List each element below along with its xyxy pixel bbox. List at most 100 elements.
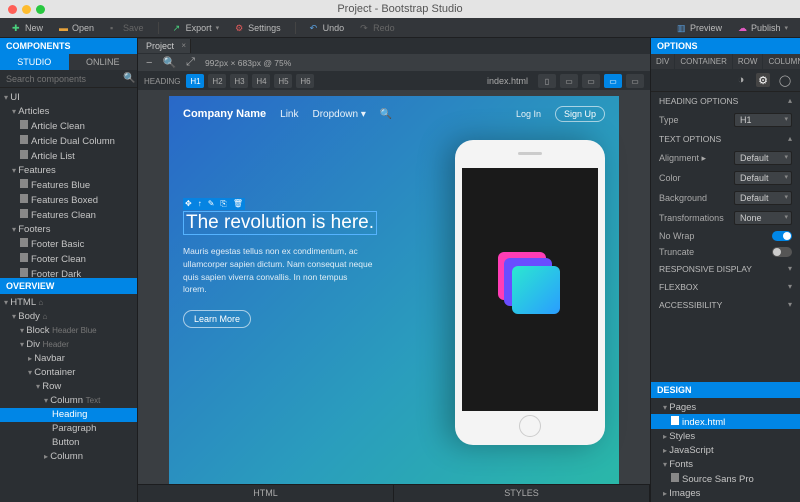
ov-heading[interactable]: Heading [0,408,137,422]
design-source-sans[interactable]: Source Sans Pro [651,471,800,486]
ov-button[interactable]: Button [0,436,137,450]
canvas-link[interactable]: Link [280,109,298,120]
bc-row[interactable]: ROW [733,54,764,69]
device-wide-icon[interactable]: ▭ [626,74,644,88]
h6-button[interactable]: H6 [296,74,314,88]
canvas-search-icon[interactable]: 🔍 [380,109,392,120]
canvas-learn-more[interactable]: Learn More [183,310,251,328]
tree-features-boxed[interactable]: Features Boxed [0,192,137,207]
design-pages[interactable]: Pages [651,400,800,414]
canvas-login[interactable]: Log In [516,109,541,119]
ov-paragraph[interactable]: Paragraph [0,422,137,436]
tree-articles[interactable]: Articles [0,104,137,118]
tab-online[interactable]: ONLINE [69,54,138,70]
open-button[interactable]: ▬Open [53,21,100,35]
animation-icon[interactable]: ◯ [778,73,792,87]
bc-column[interactable]: COLUMN [763,54,800,69]
bc-container[interactable]: CONTAINER [675,54,733,69]
canvas-brand[interactable]: Company Name [183,108,266,120]
transforms-select[interactable]: None [734,211,792,225]
color-select[interactable]: Default [734,171,792,185]
search-input[interactable] [6,74,123,84]
device-tablet-land-icon[interactable]: ▭ [582,74,600,88]
page-canvas[interactable]: Company Name Link Dropdown ▾ 🔍 Log In Si… [169,96,619,484]
new-button[interactable]: ✚New [6,21,49,35]
tree-article-dual[interactable]: Article Dual Column [0,133,137,148]
ov-container[interactable]: Container [0,366,137,380]
tree-footer-dark[interactable]: Footer Dark [0,266,137,278]
device-phone-icon[interactable]: ▯ [538,74,556,88]
ov-div[interactable]: Div Header [0,338,137,352]
preview-button[interactable]: ▥Preview [671,21,728,35]
ov-body[interactable]: Body ⌂ [0,310,137,324]
tree-footers[interactable]: Footers [0,222,137,236]
look-icon[interactable]: ◑ [734,73,748,87]
bc-div[interactable]: DIV [651,54,675,69]
tab-html[interactable]: HTML [138,485,394,502]
truncate-toggle[interactable] [772,247,792,257]
h4-button[interactable]: H4 [252,74,270,88]
tree-features[interactable]: Features [0,163,137,177]
fit-icon[interactable]: ⤢ [186,56,195,69]
tree-ui[interactable]: UI [0,90,137,104]
export-button[interactable]: ↗Export▾ [167,21,226,35]
edit-icon[interactable]: ✎ [208,199,215,209]
accessibility-section[interactable]: ACCESSIBILITY▾ [651,296,800,314]
h2-button[interactable]: H2 [208,74,226,88]
canvas-area[interactable]: Company Name Link Dropdown ▾ 🔍 Log In Si… [138,90,650,484]
design-js[interactable]: JavaScript [651,443,800,457]
canvas-navbar[interactable]: Company Name Link Dropdown ▾ 🔍 Log In Si… [169,96,619,132]
background-select[interactable]: Default [734,191,792,205]
tree-article-list[interactable]: Article List [0,148,137,163]
nowrap-toggle[interactable] [772,231,792,241]
device-tablet-icon[interactable]: ▭ [560,74,578,88]
search-icon[interactable]: 🔍 [123,73,135,84]
canvas-dropdown[interactable]: Dropdown ▾ [313,109,366,120]
ov-row[interactable]: Row [0,380,137,394]
design-images[interactable]: Images [651,486,800,500]
selection-handles[interactable]: ✥ ↑ ✎ ⎘ 🗑 [183,198,245,210]
text-options-section[interactable]: TEXT OPTIONS▴ [651,130,800,148]
zoom-out-icon[interactable]: − [146,57,152,69]
undo-button[interactable]: ↶Undo [304,21,351,35]
ov-column[interactable]: Column Text [0,394,137,408]
up-icon[interactable]: ↑ [198,199,202,209]
canvas-heading[interactable]: The revolution is here. [183,211,377,235]
type-select[interactable]: H1 [734,113,792,127]
redo-button[interactable]: ↷Redo [354,21,401,35]
design-index[interactable]: index.html [651,414,800,429]
zoom-in-icon[interactable]: 🔍 [162,56,176,69]
ov-html[interactable]: HTML ⌂ [0,296,137,310]
publish-button[interactable]: ☁Publish▾ [732,21,794,35]
h5-button[interactable]: H5 [274,74,292,88]
close-icon[interactable]: × [181,41,186,50]
tree-footer-clean[interactable]: Footer Clean [0,251,137,266]
tab-styles[interactable]: STYLES [394,485,650,502]
ov-column2[interactable]: Column [0,450,137,464]
duplicate-icon[interactable]: ⎘ [220,199,226,209]
tree-features-clean[interactable]: Features Clean [0,207,137,222]
design-styles[interactable]: Styles [651,429,800,443]
tree-article-clean[interactable]: Article Clean [0,118,137,133]
flexbox-section[interactable]: FLEXBOX▾ [651,278,800,296]
save-button[interactable]: ▪Save [104,21,150,35]
ov-navbar[interactable]: Navbar [0,352,137,366]
tab-studio[interactable]: STUDIO [0,54,69,70]
options-gear-icon[interactable]: ⚙ [756,73,770,87]
h1-button[interactable]: H1 [186,74,204,88]
current-file[interactable]: index.html [487,76,528,86]
canvas-signup[interactable]: Sign Up [555,106,605,122]
delete-icon[interactable]: 🗑 [233,199,243,209]
tree-features-blue[interactable]: Features Blue [0,177,137,192]
h3-button[interactable]: H3 [230,74,248,88]
settings-button[interactable]: ⚙Settings [229,21,287,35]
move-icon[interactable]: ✥ [185,199,192,209]
editor-tab-project[interactable]: Project× [138,39,191,53]
responsive-section[interactable]: RESPONSIVE DISPLAY▾ [651,260,800,278]
heading-options-section[interactable]: HEADING OPTIONS▴ [651,92,800,110]
design-fonts[interactable]: Fonts [651,457,800,471]
canvas-paragraph[interactable]: Mauris egestas tellus non ex condimentum… [183,245,373,296]
device-desktop-icon[interactable]: ▭ [604,74,622,88]
tree-footer-basic[interactable]: Footer Basic [0,236,137,251]
ov-block[interactable]: Block Header Blue [0,324,137,338]
